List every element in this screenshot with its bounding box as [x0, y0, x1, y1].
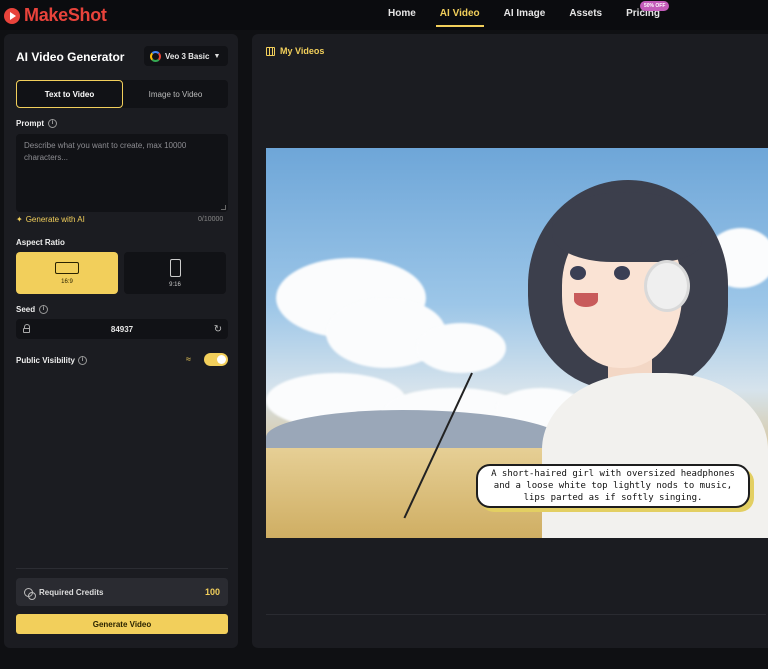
girl-eye [614, 266, 630, 280]
girl-mouth [574, 293, 598, 307]
visibility-row: Public Visibility i ≈ [16, 352, 228, 368]
brand-name: MakeShot [24, 5, 107, 25]
google-icon [150, 50, 161, 62]
nav-ai-video[interactable]: AI Video [428, 0, 492, 30]
sparkle-icon: ✦ [16, 215, 23, 224]
film-icon [266, 46, 275, 56]
cloud [416, 323, 506, 373]
credits-value: 100 [204, 587, 220, 597]
seed-row: ↻ [16, 319, 228, 339]
nav-assets[interactable]: Assets [557, 0, 614, 30]
broadcast-icon: ≈ [186, 354, 191, 364]
generate-with-ai-label: Generate with AI [25, 215, 85, 224]
char-count: 0/10000 [198, 216, 224, 223]
prompt-label: Prompt [16, 119, 44, 128]
visibility-label: Public Visibility [16, 355, 75, 365]
white-top [542, 373, 768, 538]
portrait-icon [169, 258, 181, 277]
coins-icon [24, 587, 36, 600]
model-label: Veo 3 Basic [165, 51, 210, 61]
refresh-icon[interactable]: ↻ [208, 324, 228, 335]
tab-text-to-video[interactable]: Text to Video [16, 80, 123, 108]
video-preview[interactable]: A short-haired girl with oversized headp… [266, 148, 768, 538]
seed-label-row: Seed i [16, 305, 49, 314]
visibility-label-wrap: Public Visibility i [16, 355, 87, 365]
panel-title: AI Video Generator [16, 50, 125, 64]
promo-badge: 50% OFF [640, 1, 670, 11]
info-icon[interactable]: i [77, 355, 87, 365]
videos-title-row: My Videos [266, 46, 324, 56]
prompt-box [16, 134, 228, 212]
generate-with-ai-link[interactable]: ✦ Generate with AI [16, 215, 85, 224]
info-icon[interactable]: i [39, 305, 49, 314]
nav-home[interactable]: Home [376, 0, 428, 30]
play-logo-icon [4, 7, 20, 24]
model-select[interactable]: Veo 3 Basic ▼ [144, 46, 228, 66]
credits-label: Required Credits [39, 587, 104, 597]
aspect-9-16-option[interactable]: 9:16 [124, 252, 226, 294]
info-icon[interactable]: i [48, 119, 57, 128]
brand-logo[interactable]: MakeShot [4, 5, 107, 26]
generate-video-button[interactable]: Generate Video [16, 614, 228, 634]
aspect-9-16-label: 9:16 [169, 281, 181, 288]
prompt-input[interactable] [24, 140, 220, 206]
seed-label: Seed [16, 305, 36, 314]
panel-divider [16, 568, 228, 569]
video-caption: A short-haired girl with oversized headp… [476, 464, 750, 508]
landscape-icon [55, 261, 79, 274]
seed-input[interactable] [36, 324, 208, 334]
aspect-16-9-label: 16:9 [61, 278, 73, 285]
headphones [644, 260, 690, 312]
videos-title: My Videos [280, 46, 325, 56]
generator-panel: AI Video Generator Veo 3 Basic ▼ Text to… [4, 34, 238, 648]
top-nav-bar: MakeShot Home AI Video AI Image Assets P… [0, 0, 768, 30]
chevron-down-icon: ▼ [213, 52, 221, 60]
girl-bangs [552, 192, 702, 262]
aspect-16-9-option[interactable]: 16:9 [16, 252, 118, 294]
aspect-ratio-label: Aspect Ratio [16, 238, 65, 247]
lock-icon[interactable] [16, 324, 36, 333]
credits-bar: Required Credits 100 [16, 578, 228, 606]
mode-tabs: Text to Video Image to Video [16, 80, 228, 108]
nav-ai-image[interactable]: AI Image [492, 0, 558, 30]
resize-grip-icon[interactable] [221, 205, 226, 210]
main-nav: Home AI Video AI Image Assets Pricing [376, 0, 672, 30]
tab-image-to-video[interactable]: Image to Video [123, 80, 228, 108]
prompt-label-row: Prompt i [16, 119, 57, 128]
panel-divider [266, 614, 766, 615]
visibility-toggle[interactable] [204, 353, 228, 366]
girl-eye [570, 266, 586, 280]
